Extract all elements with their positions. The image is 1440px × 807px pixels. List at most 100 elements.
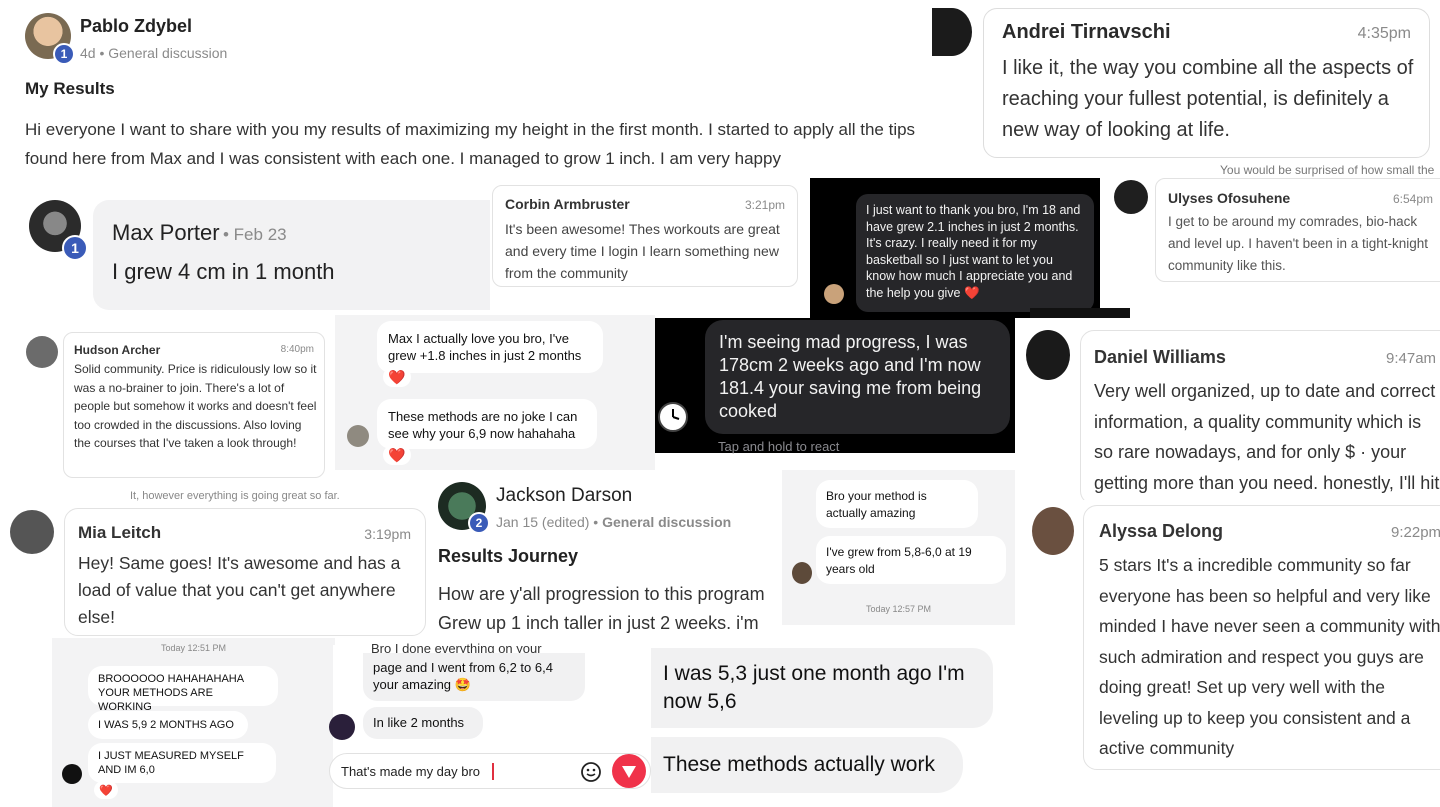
send-button[interactable] (612, 754, 646, 788)
message-bubble[interactable]: In like 2 months (363, 707, 483, 739)
message-text: BROOOOOO HAHAHAHAHA YOUR METHODS ARE WOR… (98, 673, 244, 713)
message-text: Max I actually love you bro, I've grew +… (388, 331, 582, 363)
post-body-line: How are y'all progression to this progra… (438, 584, 765, 604)
reviewer-name[interactable]: Daniel Williams (1094, 347, 1226, 368)
review-time: 9:47am (1386, 350, 1437, 367)
review-card: Andrei Tirnavschi 4:35pm I like it, the … (983, 8, 1430, 158)
timestamp: Today 12:57 PM (865, 604, 932, 614)
reviewer-name[interactable]: Mia Leitch (78, 523, 161, 543)
avatar (824, 284, 844, 304)
message-input[interactable]: That's made my day bro (329, 753, 651, 789)
review-card: Mia Leitch 3:19pm Hey! Same goes! It's a… (64, 508, 426, 636)
avatar (347, 425, 369, 447)
review-card: Hudson Archer 8:40pm Solid community. Pr… (63, 332, 325, 478)
review-time: 8:40pm (280, 344, 314, 355)
comment-date: • Feb 23 (223, 225, 287, 244)
review-text: 5 stars It's a incredible community so f… (1099, 555, 1440, 758)
review-card: Ulyses Ofosuhene 6:54pm I get to be arou… (1155, 178, 1440, 282)
review-time: 4:35pm (1357, 25, 1411, 42)
message-text: page and I went from 6,2 to 6,4 your ama… (373, 660, 553, 692)
review-text: I get to be around my comrades, bio-hack… (1168, 214, 1429, 273)
sticker-icon[interactable] (580, 761, 602, 783)
review-andrei: Andrei Tirnavschi 4:35pm I like it, the … (932, 0, 1440, 158)
review-time: 3:21pm (744, 198, 785, 212)
message-bubble[interactable]: I WAS 5,9 2 MONTHS AGO (88, 711, 248, 739)
comment-bubble: Max Porter • Feb 23 I grew 4 cm in 1 mon… (93, 200, 498, 310)
level-badge: 1 (62, 235, 88, 261)
reviewer-name[interactable]: Alyssa Delong (1099, 521, 1223, 542)
post-card-pablo: 1 Pablo Zdybel 4d • General discussion M… (0, 0, 930, 180)
message-bubble[interactable]: I'm seeing mad progress, I was 178cm 2 w… (705, 320, 1010, 434)
review-alyssa: Alyssa Delong 9:22pm 5 stars It's a incr… (1025, 500, 1440, 775)
dm-love: Max I actually love you bro, I've grew +… (335, 315, 655, 470)
message-input-value: That's made my day bro (341, 764, 481, 779)
review-card: Alyssa Delong 9:22pm 5 stars It's a incr… (1083, 505, 1440, 770)
heart-reaction[interactable]: ❤️ (383, 367, 411, 387)
reviewer-name[interactable]: Hudson Archer (74, 343, 160, 357)
message-bubble[interactable]: Max I actually love you bro, I've grew +… (377, 321, 603, 373)
dm-method: Bro your method is actually amazing I've… (782, 470, 1015, 625)
review-text: Very well organized, up to date and corr… (1094, 381, 1440, 493)
review-text: Solid community. Price is ridiculously l… (74, 362, 317, 450)
review-text: Hey! Same goes! It's awesome and has a l… (78, 553, 401, 627)
reviewer-name[interactable]: Corbin Armbruster (505, 196, 630, 212)
message-bubble[interactable]: page and I went from 6,2 to 6,4 your ama… (363, 653, 585, 701)
level-badge: 1 (53, 43, 75, 65)
message-bubble[interactable]: I just want to thank you bro, I'm 18 and… (856, 194, 1094, 312)
post-card-jackson: 2 Jackson Darson Jan 15 (edited) • Gener… (430, 470, 780, 655)
level-badge: 2 (468, 512, 490, 534)
post-body-line: Grew up 1 inch taller in just 2 weeks. i… (438, 613, 759, 633)
avatar[interactable] (1114, 180, 1148, 214)
message-text: These methods are no joke I can see why … (388, 409, 578, 441)
message-text: In like 2 months (373, 715, 465, 730)
reviewer-name[interactable]: Ulyses Ofosuhene (1168, 190, 1290, 206)
post-meta: Jan 15 (edited) • General discussion (496, 514, 731, 530)
post-title[interactable]: Results Journey (438, 546, 578, 567)
post-meta: 4d • General discussion (80, 45, 228, 61)
heart-reaction[interactable]: ❤️ (383, 445, 411, 465)
message-bubble[interactable]: I've grew from 5,8-6,0 at 19 years old (816, 536, 1006, 584)
message-text: I JUST MEASURED MYSELF AND IM 6,0 (98, 750, 244, 776)
avatar (62, 764, 82, 784)
timestamp: Today 12:51 PM (160, 643, 227, 653)
dm-caps: Today 12:51 PM BROOOOOO HAHAHAHAHA YOUR … (52, 638, 335, 807)
avatar[interactable] (1032, 507, 1074, 555)
message-text: Bro your method is actually amazing (826, 489, 927, 520)
post-title[interactable]: My Results (25, 79, 115, 99)
avatar[interactable] (1026, 330, 1070, 380)
avatar (329, 714, 355, 740)
review-card: Corbin Armbruster 3:21pm It's been aweso… (492, 185, 798, 287)
message-text: I WAS 5,9 2 MONTHS AGO (98, 719, 234, 731)
review-mia: It, however everything is going great so… (0, 488, 430, 638)
author-name[interactable]: Pablo Zdybel (80, 16, 192, 37)
clock-icon (658, 402, 688, 432)
text-cursor (492, 763, 494, 780)
review-hudson: Hudson Archer 8:40pm Solid community. Pr… (0, 318, 335, 488)
review-daniel: Daniel Williams 9:47am Very well organiz… (1020, 320, 1440, 505)
message-bubble[interactable]: These methods are no joke I can see why … (377, 399, 597, 449)
avatar[interactable] (10, 510, 54, 554)
message-text: I was 5,3 just one month ago I'm now 5,6 (663, 662, 965, 713)
message-bubble[interactable]: I was 5,3 just one month ago I'm now 5,6 (651, 648, 993, 728)
post-category[interactable]: General discussion (602, 514, 731, 530)
avatar[interactable] (26, 336, 58, 368)
review-text: It's been awesome! Thes workouts are gre… (505, 221, 780, 281)
partial-text: It, however everything is going great so… (130, 490, 340, 502)
message-bubble[interactable]: Bro your method is actually amazing (816, 480, 978, 528)
avatar (792, 562, 812, 584)
commenter-name[interactable]: Max Porter (112, 220, 220, 246)
review-card: Daniel Williams 9:47am Very well organiz… (1080, 330, 1440, 505)
heart-reaction[interactable]: ❤️ (94, 781, 118, 799)
message-bubble[interactable]: I JUST MEASURED MYSELF AND IM 6,0 (88, 743, 276, 783)
comment-max: 1 Max Porter • Feb 23 I grew 4 cm in 1 m… (0, 185, 498, 310)
dm-big: I was 5,3 just one month ago I'm now 5,6… (651, 648, 1015, 807)
message-bubble[interactable]: BROOOOOO HAHAHAHAHA YOUR METHODS ARE WOR… (88, 666, 278, 713)
react-hint: Tap and hold to react (718, 439, 840, 454)
partial-text: You would be surprised of how small the (1220, 163, 1435, 177)
author-name[interactable]: Jackson Darson (496, 485, 632, 507)
avatar[interactable] (932, 8, 972, 56)
message-bubble[interactable]: These methods actually work (651, 737, 963, 793)
message-text: I just want to thank you bro, I'm 18 and… (866, 203, 1081, 300)
message-text: These methods actually work (663, 753, 935, 776)
reviewer-name[interactable]: Andrei Tirnavschi (1002, 21, 1171, 44)
